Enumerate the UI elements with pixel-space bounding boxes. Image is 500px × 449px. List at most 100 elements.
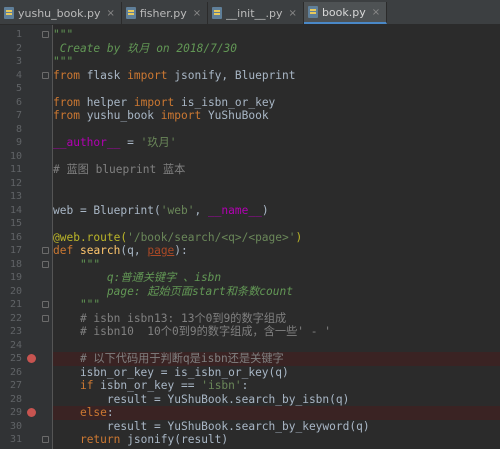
line-number: 12 [9,177,22,189]
fold-marker-icon[interactable] [42,301,49,308]
gutter-line[interactable]: 2 [0,42,52,56]
code-line[interactable]: else: [53,406,500,420]
code-line[interactable]: __author__ = '玖月' [53,136,500,150]
gutter-line[interactable]: 1 [0,28,52,42]
code-token: q:普通关键字 、isbn [53,271,222,284]
close-tab-icon[interactable]: × [289,8,297,19]
code-line[interactable]: from yushu_book import YuShuBook [53,109,500,123]
code-line[interactable]: web = Blueprint('web', __name__) [53,204,500,218]
tab-yushu-book-py[interactable]: yushu_book.py × [0,2,122,24]
fold-marker-icon[interactable] [42,314,49,322]
close-tab-icon[interactable]: × [106,8,114,19]
fold-marker-icon[interactable] [42,260,49,268]
code-line[interactable]: result = YuShuBook.search_by_isbn(q) [53,393,500,407]
code-line[interactable]: """ [53,298,500,312]
code-line[interactable]: return jsonify(result) [53,433,500,447]
gutter-line[interactable]: 18 [0,258,52,272]
code-area[interactable]: """ Create by 玖月 on 2018/7/30 """ from fla… [53,25,500,449]
code-token: Create by 玖月 on 2018/7/30 [53,41,238,55]
line-number: 29 [9,407,22,418]
code-line[interactable]: if isbn_or_key == 'isbn': [53,379,500,393]
code-line[interactable] [53,150,500,164]
code-line[interactable] [53,177,500,191]
gutter-line[interactable]: 5 [0,82,52,96]
code-token: YuShuBook [201,109,269,122]
code-line[interactable]: from helper import is_isbn_or_key [53,96,500,110]
gutter-line[interactable]: 22 [0,312,52,326]
gutter-line[interactable]: 17 [0,244,52,258]
gutter-line[interactable]: 16 [0,231,52,245]
gutter-line[interactable]: 7 [0,109,52,123]
gutter-line[interactable]: 27 [0,379,52,393]
code-line[interactable]: result = YuShuBook.search_by_keyword(q) [53,420,500,434]
gutter-line[interactable]: 8 [0,123,52,137]
gutter-line[interactable]: 10 [0,150,52,164]
gutter-line[interactable]: 24 [0,339,52,353]
code-line[interactable]: isbn_or_key = is_isbn_or_key(q) [53,366,500,380]
code-line[interactable]: # isbn10 10个0到9的数字组成，含一些' - ' [53,325,500,339]
code-editor[interactable]: 1 2 3 4 5 6 7 8 9 10 11 12 13 14 15 16 17 18 19 20 21 22 23 24 2… [0,25,500,449]
gutter-line[interactable]: 29 [0,406,52,420]
gutter-line[interactable]: 11 [0,163,52,177]
gutter-line[interactable]: 31 [0,433,52,447]
gutter-line[interactable]: 25 [0,352,52,366]
fold-marker-icon[interactable] [42,247,49,254]
code-line[interactable]: def search(q, page): [53,244,500,258]
tab-fisher-py[interactable]: fisher.py × [122,2,209,24]
line-number-gutter[interactable]: 1 2 3 4 5 6 7 8 9 10 11 12 13 14 15 16 17 18 19 20 21 22 23 24 2… [0,25,53,449]
code-token: : [106,406,114,419]
code-line[interactable]: """ [53,258,500,272]
code-line[interactable] [53,339,500,353]
code-line[interactable]: from flask import jsonify, Blueprint [53,69,500,83]
code-line[interactable]: Create by 玖月 on 2018/7/30 [53,42,500,56]
gutter-line[interactable]: 28 [0,393,52,407]
code-line[interactable] [53,217,500,231]
code-line[interactable]: page: 起始页面start和条数count [53,285,500,299]
code-token: import [160,109,202,122]
close-tab-icon[interactable]: × [193,8,201,19]
line-number: 20 [9,285,22,297]
close-tab-icon[interactable]: × [372,7,380,18]
gutter-line[interactable]: 21 [0,298,52,312]
gutter-line[interactable]: 30 [0,420,52,434]
code-token: from [53,95,80,109]
fold-marker-icon[interactable] [42,436,49,443]
line-number: 19 [9,272,22,283]
code-token: from [53,68,80,82]
code-line[interactable] [53,82,500,96]
code-token: , [194,203,208,217]
gutter-line[interactable]: 15 [0,217,52,231]
line-number: 3 [15,56,22,67]
gutter-line[interactable]: 13 [0,190,52,204]
code-line[interactable]: """ [53,28,500,42]
code-line[interactable]: # isbn isbn13: 13个0到9的数字组成 [53,312,500,326]
gutter-line[interactable]: 4 [0,69,52,83]
gutter-line[interactable]: 12 [0,177,52,191]
code-line[interactable]: """ [53,55,500,69]
gutter-line[interactable]: 9 [0,136,52,150]
gutter-line[interactable]: 26 [0,366,52,380]
code-line[interactable] [53,123,500,137]
code-line[interactable]: # 蓝图 blueprint 蓝本 [53,163,500,177]
fold-marker-icon[interactable] [42,71,49,79]
code-line[interactable]: # 以下代码用于判断q是isbn还是关键字 [53,352,500,366]
tab-book-py[interactable]: book.py × [303,2,388,24]
gutter-line[interactable]: 20 [0,285,52,299]
code-token: """ [53,298,101,311]
fold-marker-icon[interactable] [42,31,49,38]
breakpoint-icon[interactable] [27,354,36,363]
gutter-line[interactable]: 6 [0,96,52,110]
breakpoint-icon[interactable] [27,408,36,417]
gutter-line[interactable]: 14 [0,204,52,218]
code-line[interactable] [53,190,500,204]
code-token: else [79,406,107,419]
code-token: web = Blueprint( [53,203,161,217]
tab-init-py[interactable]: __init__.py × [208,2,304,24]
gutter-line[interactable]: 19 [0,271,52,285]
code-token: """ [53,257,101,271]
gutter-line[interactable]: 23 [0,325,52,339]
code-line[interactable]: q:普通关键字 、isbn [53,271,500,285]
line-number: 2 [15,42,22,54]
gutter-line[interactable]: 3 [0,55,52,69]
code-line[interactable]: @web.route('/book/search/<q>/<page>') [53,231,500,245]
